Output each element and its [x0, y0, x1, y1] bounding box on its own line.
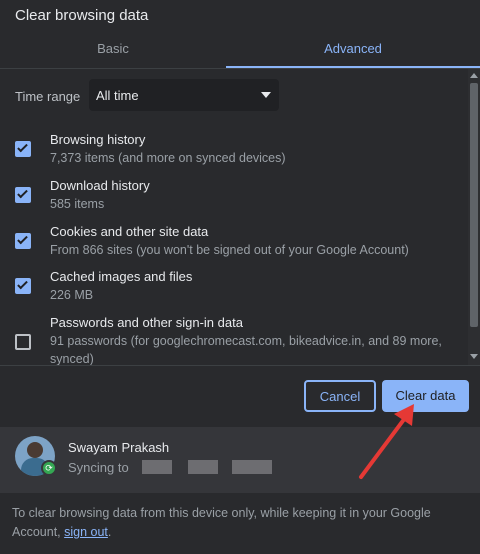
clear-browsing-data-dialog: Clear browsing data Basic Advanced Time …	[0, 0, 480, 554]
annotation-arrow-icon	[359, 404, 414, 479]
